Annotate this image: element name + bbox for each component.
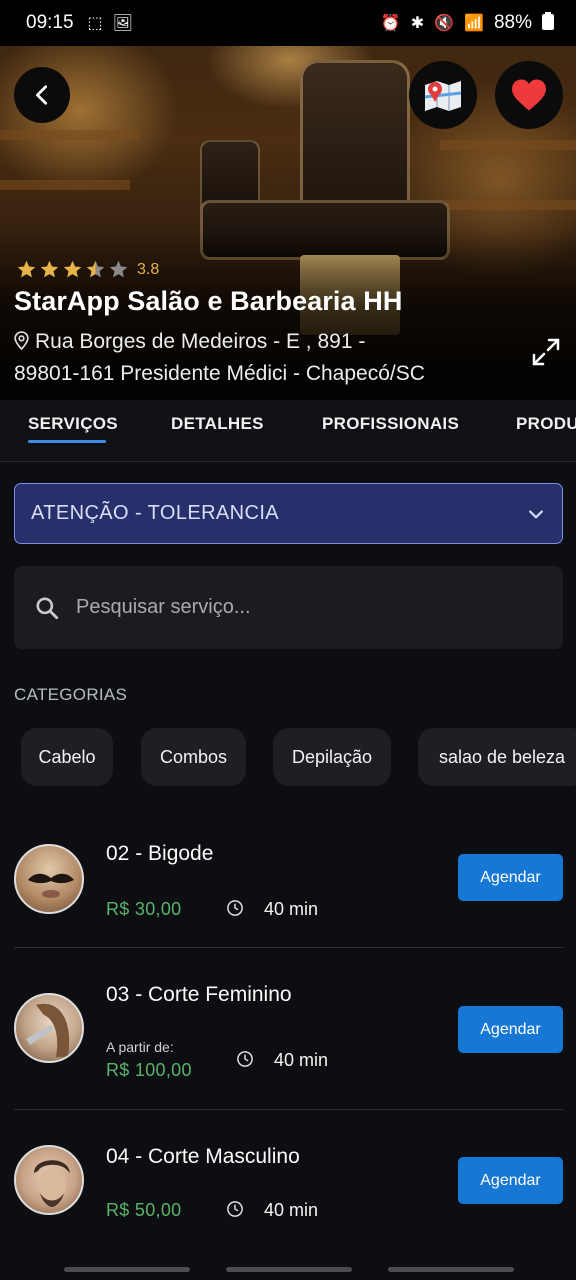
chip-cabelo[interactable]: Cabelo [21,728,113,786]
service-name: 03 - Corte Feminino [106,983,292,1006]
back-button[interactable] [14,67,70,123]
chip-combos[interactable]: Combos [141,728,246,786]
category-chips: Cabelo Combos Depilação salao de beleza [0,728,576,788]
expand-icon[interactable] [530,336,562,373]
search-icon [36,596,59,619]
chip-depilacao[interactable]: Depilação [273,728,391,786]
star-full-icon [17,260,36,278]
service-avatar [14,844,84,914]
wifi-icon: 📶 [464,15,484,32]
service-duration: 40 min [264,899,319,919]
search-box [14,566,563,649]
professional-select[interactable]: ATENÇÃO - TOLERANCIA [14,483,563,544]
screenshot-icon: ⬚ [87,15,103,32]
chevron-down-icon [529,509,543,518]
star-full-icon [40,260,59,278]
tab-produtos[interactable]: PRODU [516,414,576,434]
chevron-left-icon [36,85,48,105]
tab-bar: SERVIÇOS DETALHES PROFISSIONAIS PRODU [0,400,576,462]
service-avatar [14,993,84,1063]
clock-icon [227,900,243,916]
service-price: R$ 30,00 [106,899,182,919]
agendar-button[interactable]: Agendar [458,1006,563,1053]
clock-icon [237,1051,253,1067]
search-input[interactable] [76,596,516,619]
map-icon [424,81,462,111]
mute-icon: 🔇 [434,15,455,32]
tab-detalhes[interactable]: DETALHES [171,414,264,434]
divider [14,1109,563,1110]
tab-servicos[interactable]: SERVIÇOS [28,414,118,434]
divider [14,947,563,948]
bluetooth-icon: ✱ [410,15,425,32]
favorite-button[interactable] [495,61,563,129]
service-duration: 40 min [264,1200,319,1220]
star-empty-icon [109,260,128,278]
address-line-1: Rua Borges de Medeiros - E , 891 - [35,330,366,353]
service-item-bigode: 02 - Bigode R$ 30,00 40 min Agendar [14,838,563,946]
star-half-icon [86,260,105,278]
agendar-button[interactable]: Agendar [458,1157,563,1204]
star-full-icon [63,260,82,278]
service-name: 02 - Bigode [106,842,214,865]
service-price: R$ 50,00 [106,1200,182,1220]
nav-recents[interactable] [64,1267,190,1272]
status-bar: 09:15 ⬚ 🖼 ⏰ ✱ 🔇 📶 88% [0,0,576,46]
rating-value: 3.8 [137,260,160,278]
select-value: ATENÇÃO - TOLERANCIA [31,502,280,524]
service-avatar [14,1145,84,1215]
service-duration: 40 min [274,1050,329,1070]
battery-level: 88% [493,12,532,33]
battery-icon [542,11,554,35]
active-tab-indicator [28,440,106,443]
alarm-icon: ⏰ [380,15,401,32]
chip-salao-de-beleza[interactable]: salao de beleza [418,728,576,786]
nav-home[interactable] [226,1267,352,1272]
service-name: 04 - Corte Masculino [106,1145,300,1168]
service-item-corte-masculino: 04 - Corte Masculino R$ 50,00 40 min Age… [14,1142,563,1250]
shop-address: Rua Borges de Medeiros - E , 891 - 89801… [14,327,494,389]
nav-back[interactable] [388,1267,514,1272]
rating: 3.8 [16,259,159,280]
image-icon: 🖼 [112,15,133,32]
location-pin-icon [14,329,29,359]
agendar-button[interactable]: Agendar [458,854,563,901]
service-from-label: A partir de: [106,1039,174,1055]
status-time: 09:15 [26,12,74,33]
clock-icon [227,1201,243,1217]
tab-profissionais[interactable]: PROFISSIONAIS [322,414,459,434]
shop-name: StarApp Salão e Barbearia HH [14,286,403,316]
address-line-2: 89801-161 Presidente Médici - Chapecó/SC [14,362,425,385]
map-button[interactable] [409,61,477,129]
service-item-corte-feminino: 03 - Corte Feminino A partir de: R$ 100,… [14,980,563,1108]
categories-title: CATEGORIAS [14,685,128,704]
heart-icon [512,79,546,111]
service-price: R$ 100,00 [106,1060,192,1080]
